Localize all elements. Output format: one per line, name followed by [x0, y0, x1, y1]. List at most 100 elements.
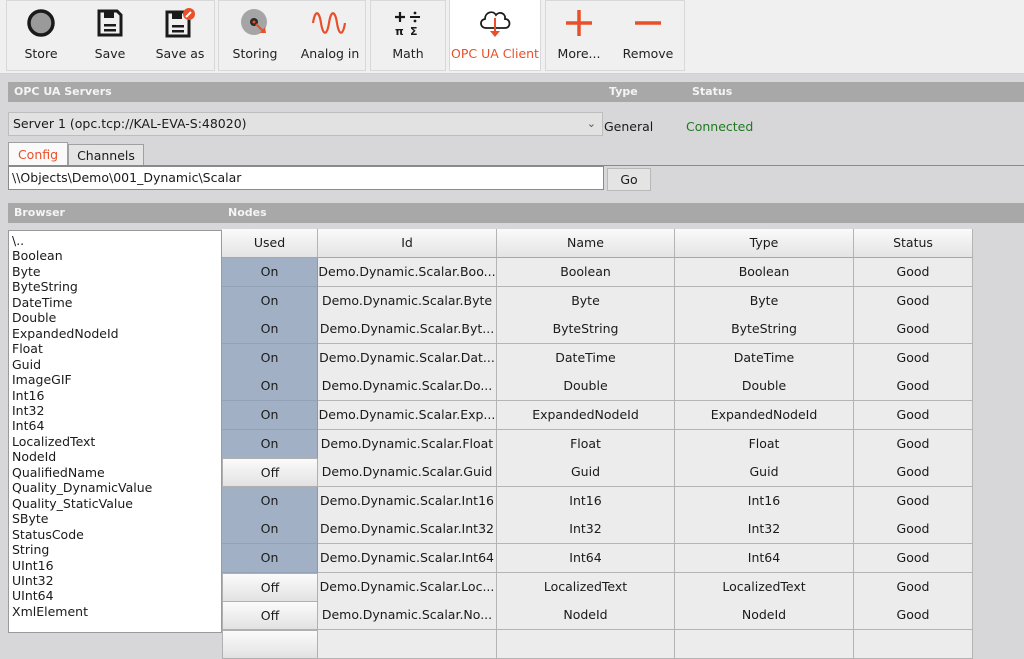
- used-toggle[interactable]: On: [222, 486, 318, 516]
- browser-item[interactable]: Double: [12, 310, 221, 325]
- used-toggle[interactable]: Off: [222, 601, 318, 631]
- column-header-status[interactable]: Status: [854, 229, 973, 258]
- node-id-cell: Demo.Dynamic.Scalar.Int64: [318, 544, 497, 573]
- node-type-cell: Int64: [675, 544, 854, 573]
- browser-item[interactable]: Byte: [12, 264, 221, 279]
- used-toggle[interactable]: On: [222, 343, 318, 373]
- used-toggle[interactable]: Off: [222, 572, 318, 602]
- analog-in-button[interactable]: Analog in: [300, 0, 360, 70]
- browser-item[interactable]: UInt32: [12, 573, 221, 588]
- browser-list[interactable]: \.. Boolean Byte ByteString DateTime Double Ex…: [8, 230, 222, 633]
- opc-ua-client-label: OPC UA Client: [451, 46, 539, 61]
- column-header-used[interactable]: Used: [222, 229, 318, 258]
- node-status-cell: [854, 629, 973, 659]
- go-button[interactable]: Go: [607, 168, 651, 191]
- browser-item[interactable]: ByteString: [12, 279, 221, 294]
- node-id-cell: Demo.Dynamic.Scalar.No...: [318, 601, 497, 631]
- node-name-cell: Guid: [497, 458, 675, 488]
- save-button[interactable]: Save: [86, 0, 134, 70]
- node-status-cell: Good: [854, 258, 973, 287]
- node-name-cell: Int16: [497, 486, 675, 516]
- browser-item[interactable]: UInt64: [12, 588, 221, 603]
- column-header-type[interactable]: Type: [675, 229, 854, 258]
- used-toggle[interactable]: On: [222, 429, 318, 459]
- browser-item[interactable]: Int64: [12, 418, 221, 433]
- plus-icon: [559, 0, 599, 46]
- browser-item[interactable]: ExpandedNodeId: [12, 326, 221, 341]
- toolbar: Store Save Save as Storing Analog in πΣ …: [0, 0, 1024, 74]
- browser-item[interactable]: NodeId: [12, 449, 221, 464]
- node-name-cell: Byte: [497, 286, 675, 316]
- svg-text:Σ: Σ: [410, 25, 418, 37]
- browser-item[interactable]: QualifiedName: [12, 465, 221, 480]
- browser-item[interactable]: StatusCode: [12, 527, 221, 542]
- browser-item[interactable]: ImageGIF: [12, 372, 221, 387]
- math-button[interactable]: πΣ Math: [383, 0, 433, 70]
- node-id-cell: Demo.Dynamic.Scalar.Do...: [318, 372, 497, 402]
- used-toggle[interactable]: On: [222, 286, 318, 316]
- used-toggle[interactable]: On: [222, 401, 318, 430]
- node-status-cell: Good: [854, 572, 973, 602]
- node-name-cell: Float: [497, 429, 675, 459]
- save-as-label: Save as: [155, 46, 205, 61]
- node-name-cell: ExpandedNodeId: [497, 401, 675, 430]
- browser-item[interactable]: LocalizedText: [12, 434, 221, 449]
- more-button[interactable]: More...: [553, 0, 605, 70]
- math-operators-icon: πΣ: [388, 0, 428, 46]
- sine-wave-icon: [310, 0, 350, 46]
- browser-item[interactable]: DateTime: [12, 295, 221, 310]
- browser-item[interactable]: Int16: [12, 388, 221, 403]
- floppy-disk-edit-icon: [160, 0, 200, 46]
- store-button[interactable]: Store: [16, 0, 66, 70]
- storing-button[interactable]: Storing: [230, 0, 280, 70]
- node-id-cell: Demo.Dynamic.Scalar.Loc...: [318, 572, 497, 602]
- browser-item[interactable]: String: [12, 542, 221, 557]
- node-type-cell: DateTime: [675, 343, 854, 373]
- browser-item[interactable]: \..: [12, 233, 221, 248]
- used-toggle[interactable]: On: [222, 372, 318, 402]
- node-type-cell: Int16: [675, 486, 854, 516]
- server-select[interactable]: Server 1 (opc.tcp://KAL-EVA-S:48020) ⌄: [8, 112, 603, 136]
- browser-item[interactable]: Quality_DynamicValue: [12, 480, 221, 495]
- node-type-cell: NodeId: [675, 601, 854, 631]
- tab-channels[interactable]: Channels: [68, 144, 144, 166]
- used-toggle[interactable]: On: [222, 258, 318, 287]
- node-id-cell: [318, 629, 497, 659]
- remove-button[interactable]: Remove: [620, 0, 676, 70]
- floppy-disk-icon: [90, 0, 130, 46]
- browser-nodes-header: Browser Nodes: [8, 203, 1024, 223]
- opc-ua-client-button[interactable]: OPC UA Client: [450, 0, 540, 70]
- node-id-cell: Demo.Dynamic.Scalar.Int32: [318, 515, 497, 545]
- node-name-cell: Double: [497, 372, 675, 402]
- used-toggle[interactable]: On: [222, 515, 318, 545]
- node-type-cell: Int32: [675, 515, 854, 545]
- browser-item[interactable]: Quality_StaticValue: [12, 496, 221, 511]
- browser-item[interactable]: Int32: [12, 403, 221, 418]
- browser-item[interactable]: XmlElement: [12, 604, 221, 619]
- column-header-name[interactable]: Name: [497, 229, 675, 258]
- node-type-cell: Double: [675, 372, 854, 402]
- browser-item[interactable]: Boolean: [12, 248, 221, 263]
- column-header-id[interactable]: Id: [318, 229, 497, 258]
- server-status: Connected: [686, 119, 754, 134]
- used-toggle[interactable]: Off: [222, 458, 318, 488]
- node-name-cell: ByteString: [497, 315, 675, 345]
- save-as-button[interactable]: Save as: [152, 0, 208, 70]
- browser-item[interactable]: Float: [12, 341, 221, 356]
- browser-item[interactable]: SByte: [12, 511, 221, 526]
- node-id-cell: Demo.Dynamic.Scalar.Exp...: [318, 401, 497, 430]
- used-toggle[interactable]: On: [222, 544, 318, 573]
- path-input[interactable]: \\Objects\Demo\001_Dynamic\Scalar: [8, 166, 604, 190]
- server-select-value: Server 1 (opc.tcp://KAL-EVA-S:48020): [13, 116, 247, 131]
- node-name-cell: Boolean: [497, 258, 675, 287]
- used-toggle[interactable]: On: [222, 315, 318, 345]
- minus-icon: [628, 0, 668, 46]
- browser-item[interactable]: Guid: [12, 357, 221, 372]
- node-type-cell: Float: [675, 429, 854, 459]
- node-status-cell: Good: [854, 429, 973, 459]
- browser-item[interactable]: UInt16: [12, 558, 221, 573]
- tab-config[interactable]: Config: [8, 142, 68, 167]
- node-id-cell: Demo.Dynamic.Scalar.Guid: [318, 458, 497, 488]
- servers-type-header: Type: [609, 85, 638, 98]
- node-type-cell: LocalizedText: [675, 572, 854, 602]
